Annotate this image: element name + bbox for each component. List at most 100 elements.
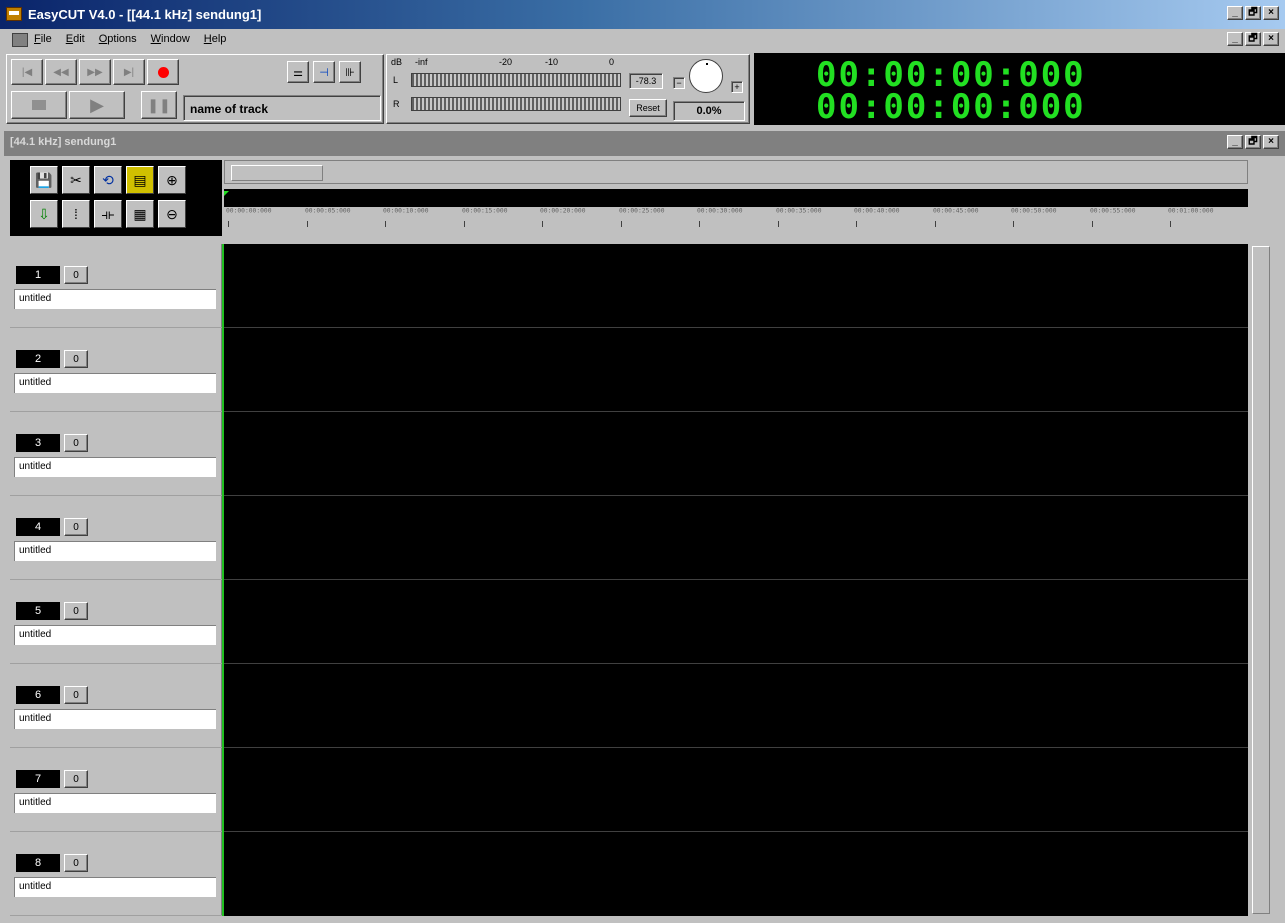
scale-20: -20 bbox=[499, 57, 513, 67]
track-name-input[interactable]: untitled bbox=[14, 541, 216, 561]
rewind-icon[interactable]: ◀◀ bbox=[45, 59, 77, 85]
ruler-tick-label: 00:00:05:000 bbox=[304, 207, 351, 215]
menu-window[interactable]: Window bbox=[151, 33, 190, 45]
vertical-scrollbar[interactable] bbox=[1250, 244, 1272, 916]
track-number[interactable]: 4 bbox=[16, 518, 60, 536]
minimize-button[interactable]: _ bbox=[1227, 6, 1243, 20]
skip-start-icon[interactable]: |◀ bbox=[11, 59, 43, 85]
track-header: 2 0 untitled bbox=[10, 328, 222, 412]
cut-icon[interactable]: ✂ bbox=[62, 166, 90, 194]
track-name-input[interactable]: untitled bbox=[14, 457, 216, 477]
track-name-input[interactable]: untitled bbox=[14, 877, 216, 897]
track-header-panel: 1 0 untitled 2 0 untitled 3 0 untitled 4 0 untitled… bbox=[10, 244, 222, 916]
play-button[interactable]: ▶ bbox=[69, 91, 125, 119]
track-volume[interactable]: 0 bbox=[64, 266, 88, 284]
lane-separator bbox=[224, 411, 1248, 412]
doc-restore-button[interactable]: 🗗 bbox=[1245, 135, 1261, 149]
split-icon[interactable]: ⟛ bbox=[94, 200, 122, 228]
track-volume[interactable]: 0 bbox=[64, 602, 88, 620]
mdi-close-button[interactable]: × bbox=[1263, 32, 1279, 46]
close-button[interactable]: × bbox=[1263, 6, 1279, 20]
reset-button[interactable]: Reset bbox=[629, 99, 667, 117]
align-icon[interactable]: ⁞ bbox=[62, 200, 90, 228]
transport-panel: |◀ ◀◀ ▶▶ ▶| ▶ ❚❚ ⚌ ⊣ ⊪ name of track bbox=[6, 54, 384, 124]
increase-button[interactable]: + bbox=[731, 81, 743, 93]
track-number[interactable]: 1 bbox=[16, 266, 60, 284]
right-channel-label: R bbox=[393, 99, 400, 109]
pause-button[interactable]: ❚❚ bbox=[141, 91, 177, 119]
ruler-tick bbox=[777, 221, 779, 227]
doc-minimize-button[interactable]: _ bbox=[1227, 135, 1243, 149]
track-volume[interactable]: 0 bbox=[64, 770, 88, 788]
document-title-bar[interactable]: [44.1 kHz] sendung1 _ 🗗 × bbox=[4, 131, 1285, 156]
track-header: 7 0 untitled bbox=[10, 748, 222, 832]
track-number[interactable]: 2 bbox=[16, 350, 60, 368]
track-name-field[interactable]: name of track bbox=[183, 95, 381, 121]
mdi-minimize-button[interactable]: _ bbox=[1227, 32, 1243, 46]
level-meter-panel: dB -inf -20 -10 0 L R -78.3 Reset − + 0.… bbox=[386, 54, 750, 124]
fast-forward-icon[interactable]: ▶▶ bbox=[79, 59, 111, 85]
mixer-icon[interactable]: ⚌ bbox=[287, 61, 309, 83]
track-volume[interactable]: 0 bbox=[64, 434, 88, 452]
insert-marker-icon[interactable]: ⊣ bbox=[313, 61, 335, 83]
skip-end-icon[interactable]: ▶| bbox=[113, 59, 145, 85]
ruler-tick-label: 00:00:45:000 bbox=[932, 207, 979, 215]
folder-icon[interactable]: ▤ bbox=[126, 166, 154, 194]
ruler-tick bbox=[542, 221, 543, 227]
zoom-in-icon[interactable]: ⊕ bbox=[158, 166, 186, 194]
menu-options[interactable]: Options bbox=[99, 33, 137, 45]
marker-icon[interactable]: ▦ bbox=[126, 200, 154, 228]
menu-file[interactable]: File bbox=[34, 33, 52, 45]
ruler-tick-label: 00:00:00:000 bbox=[226, 207, 272, 215]
track-lanes[interactable] bbox=[222, 244, 1248, 916]
lane-separator bbox=[224, 579, 1248, 580]
track-number[interactable]: 3 bbox=[16, 434, 60, 452]
restore-button[interactable]: 🗗 bbox=[1245, 6, 1261, 20]
track-number[interactable]: 6 bbox=[16, 686, 60, 704]
time-ruler[interactable]: 00:00:00:000 00:00:05:000 00:00:10:000 00:0… bbox=[224, 207, 1248, 237]
import-icon[interactable]: ⇩ bbox=[30, 200, 58, 228]
track-number[interactable]: 5 bbox=[16, 602, 60, 620]
zoom-out-icon[interactable]: ⊖ bbox=[158, 200, 186, 228]
doc-close-button[interactable]: × bbox=[1263, 135, 1279, 149]
easycut-app-icon[interactable] bbox=[6, 7, 22, 21]
track-name-input[interactable]: untitled bbox=[14, 793, 216, 813]
decrease-button[interactable]: − bbox=[673, 77, 685, 89]
track-header: 5 0 untitled bbox=[10, 580, 222, 664]
scroll-thumb[interactable] bbox=[231, 165, 323, 181]
track-name-input[interactable]: untitled bbox=[14, 625, 216, 645]
document-title: [44.1 kHz] sendung1 bbox=[10, 136, 117, 148]
menu-edit[interactable]: Edit bbox=[66, 33, 85, 45]
overview-strip[interactable] bbox=[224, 189, 1248, 207]
track-volume[interactable]: 0 bbox=[64, 518, 88, 536]
ruler-tick-label: 00:00:25:000 bbox=[618, 207, 665, 215]
track-number[interactable]: 8 bbox=[16, 854, 60, 872]
track-name-input[interactable]: untitled bbox=[14, 373, 216, 393]
track-name-input[interactable]: untitled bbox=[14, 289, 216, 309]
ruler-tick bbox=[699, 221, 700, 227]
edit-toolbox: 💾 ✂ ⟲ ▤ ⊕ ⇩ ⁞ ⟛ ▦ ⊖ bbox=[10, 160, 222, 236]
track-volume[interactable]: 0 bbox=[64, 686, 88, 704]
track-name-input[interactable]: untitled bbox=[14, 709, 216, 729]
save-icon[interactable]: 💾 bbox=[30, 166, 58, 194]
menu-help[interactable]: Help bbox=[204, 33, 227, 45]
document-icon[interactable] bbox=[12, 33, 28, 47]
lane-separator bbox=[224, 495, 1248, 496]
track-volume[interactable]: 0 bbox=[64, 854, 88, 872]
ruler-tick-label: 00:00:50:000 bbox=[1011, 207, 1057, 215]
ruler-tick bbox=[1013, 221, 1014, 227]
split-track-icon[interactable]: ⊪ bbox=[339, 61, 361, 83]
track-number[interactable]: 7 bbox=[16, 770, 60, 788]
stop-button[interactable] bbox=[11, 91, 67, 119]
mdi-restore-button[interactable]: 🗗 bbox=[1245, 32, 1261, 46]
record-button[interactable] bbox=[147, 59, 179, 85]
gain-knob[interactable] bbox=[689, 59, 723, 93]
time-length: 00:00:00:000 bbox=[816, 87, 1086, 127]
horizontal-scrollbar[interactable] bbox=[224, 160, 1248, 184]
app-title-bar[interactable]: EasyCUT V4.0 - [[44.1 kHz] sendung1] _ 🗗… bbox=[0, 0, 1285, 29]
track-volume[interactable]: 0 bbox=[64, 350, 88, 368]
time-display: 00:00:00:000 00:00:00:000 bbox=[754, 53, 1285, 127]
loop-icon[interactable]: ⟲ bbox=[94, 166, 122, 194]
ruler-tick-label: 00:00:35:000 bbox=[775, 207, 822, 215]
vertical-scroll-thumb[interactable] bbox=[1252, 246, 1270, 914]
